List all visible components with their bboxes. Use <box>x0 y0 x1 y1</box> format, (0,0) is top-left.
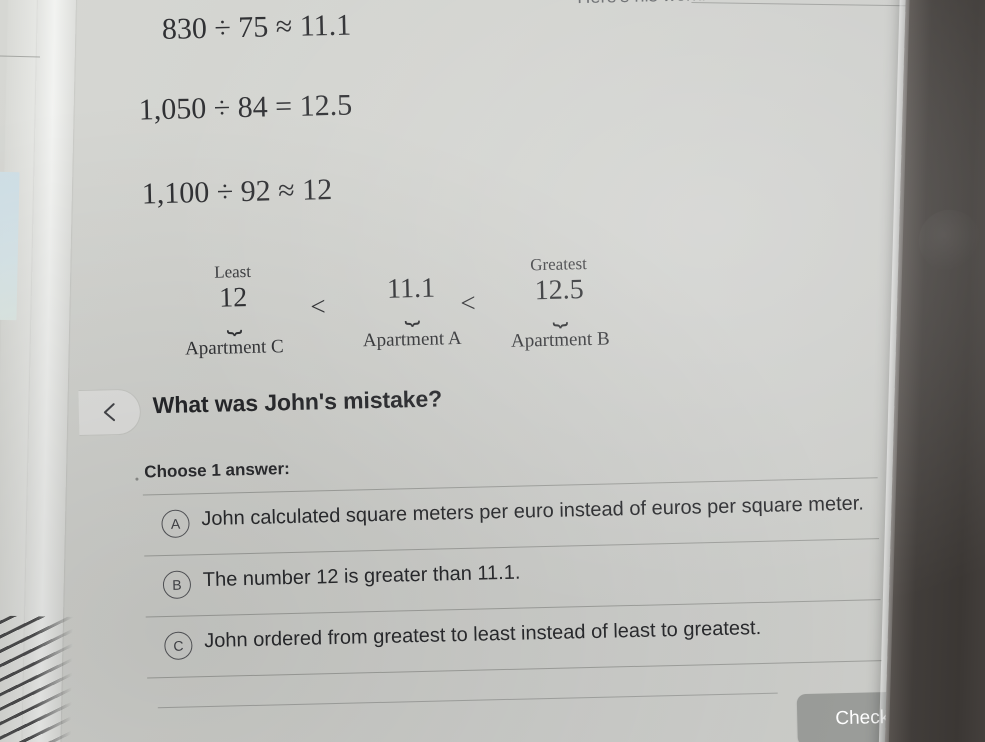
ordering-operator-1: < <box>310 291 327 322</box>
answer-choice-list: A John calculated square meters per euro… <box>142 477 907 679</box>
prompt-tail-text: Here's his work. <box>577 0 707 8</box>
ordering-label-2: Apartment A <box>362 327 462 352</box>
chevron-left-icon <box>101 401 118 423</box>
footer-divider <box>157 692 778 709</box>
underbrace-icon-3: ⏟ <box>551 297 568 327</box>
work-line-2: 1,050 ÷ 84 = 12.5 <box>138 88 353 127</box>
photo-scene: Here's his work. 830 ÷ 75 ≈ 11.1 1,050 ÷… <box>0 0 985 742</box>
ordering-term-1: Least 12 ⏟ Apartment C <box>157 262 309 362</box>
ordering-comparison: Least 12 ⏟ Apartment C < 11.1 ⏟ Apartmen… <box>157 254 629 365</box>
instruction-marker <box>135 477 139 481</box>
page-title: What was John's mistake? <box>152 385 443 419</box>
ordering-label-1: Apartment C <box>184 336 284 360</box>
ordering-label-3: Apartment B <box>510 328 610 353</box>
bezel-highlight <box>918 208 982 273</box>
choice-bubble-b[interactable]: B <box>162 570 192 600</box>
choice-text-c: John ordered from greatest to least inst… <box>204 616 762 653</box>
work-line-1: 830 ÷ 75 ≈ 11.1 <box>161 8 352 46</box>
back-button[interactable] <box>78 388 142 436</box>
choose-answer-label: Choose 1 answer: <box>144 459 290 482</box>
choice-bubble-a[interactable]: A <box>161 509 190 539</box>
screen-content: Here's his work. 830 ÷ 75 ≈ 11.1 1,050 ÷… <box>0 0 929 742</box>
choice-text-b: The number 12 is greater than 11.1. <box>202 561 521 592</box>
underbrace-icon-1: ⏟ <box>226 305 242 335</box>
ordering-term-3: Greatest 12.5 ⏟ Apartment B <box>483 254 635 354</box>
choice-text-a: John calculated square meters per euro i… <box>201 492 865 531</box>
ordering-operator-2: < <box>460 287 476 318</box>
choice-bubble-c[interactable]: C <box>164 631 193 661</box>
prompt-divider <box>691 2 922 7</box>
work-line-3: 1,100 ÷ 92 ≈ 12 <box>141 172 333 211</box>
